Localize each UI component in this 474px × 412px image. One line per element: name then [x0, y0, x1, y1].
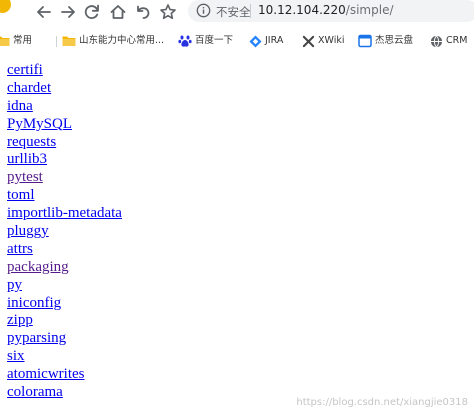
cloud-drive-icon [358, 34, 372, 48]
list-item: six [7, 348, 122, 366]
list-item: atomicwrites [7, 366, 122, 384]
package-link[interactable]: packaging [7, 259, 69, 275]
package-link[interactable]: pluggy [7, 223, 49, 239]
bookmark-crm[interactable]: CRM [430, 33, 467, 49]
home-icon[interactable] [108, 2, 128, 22]
list-item: requests [7, 134, 122, 152]
package-link[interactable]: requests [7, 134, 56, 150]
list-item: certifi [7, 62, 122, 80]
list-item: py [7, 277, 122, 295]
bookmark-label: JIRA [265, 35, 284, 46]
bookmark-xwiki[interactable]: XWiki [302, 33, 344, 49]
list-item: pluggy [7, 223, 122, 241]
url-host: 10.12.104.220 [258, 3, 346, 17]
bookmarks-bar: 常用 山东能力中心常用... 百度一下 JIRA XWiki 杰思云盘 CRM [0, 30, 474, 52]
baidu-paw-icon [178, 34, 192, 48]
watermark-text: https://blog.csdn.net/xiangjie0318 [296, 397, 468, 408]
undo-icon[interactable] [133, 2, 153, 22]
package-link[interactable]: chardet [7, 80, 51, 96]
folder-icon [0, 35, 10, 47]
info-icon[interactable] [196, 3, 211, 22]
package-link[interactable]: attrs [7, 241, 33, 257]
url-text[interactable]: 10.12.104.220/simple/ [258, 3, 394, 17]
bookmarks-divider [56, 36, 57, 47]
list-item: chardet [7, 80, 122, 98]
folder-icon [62, 35, 76, 47]
package-link-list: certifi chardet idna PyMySQL requests ur… [7, 62, 122, 402]
bookmark-label: 常用 [13, 35, 33, 46]
bookmark-changyong[interactable]: 常用 [0, 33, 32, 49]
package-link[interactable]: urllib3 [7, 151, 47, 167]
list-item: pyparsing [7, 330, 122, 348]
url-path: /simple/ [345, 3, 394, 17]
package-link[interactable]: colorama [7, 384, 63, 400]
security-status-label: 不安全 [216, 5, 251, 19]
bookmark-star-icon[interactable] [158, 2, 178, 22]
list-item: PyMySQL [7, 116, 122, 134]
package-link[interactable]: zipp [7, 312, 33, 328]
list-item: toml [7, 187, 122, 205]
package-link[interactable]: idna [7, 98, 33, 114]
bookmark-label: 百度一下 [195, 35, 234, 46]
package-link[interactable]: six [7, 348, 25, 364]
browser-toolbar: 不安全 10.12.104.220/simple/ [0, 0, 474, 24]
back-arrow-icon[interactable] [34, 2, 54, 22]
bookmark-baidu[interactable]: 百度一下 [178, 33, 233, 49]
bookmark-shandong-folder[interactable]: 山东能力中心常用... [62, 33, 164, 49]
list-item: zipp [7, 312, 122, 330]
address-divider [250, 4, 251, 18]
list-item: idna [7, 98, 122, 116]
xwiki-icon [302, 35, 315, 48]
list-item: packaging [7, 259, 122, 277]
bookmark-label: XWiki [318, 35, 345, 46]
list-item: urllib3 [7, 151, 122, 169]
package-link[interactable]: atomicwrites [7, 366, 84, 382]
bookmark-jira[interactable]: JIRA [249, 33, 283, 49]
forward-arrow-icon[interactable] [58, 2, 78, 22]
browser-logo-icon [0, 0, 11, 13]
package-link[interactable]: iniconfig [7, 295, 61, 311]
list-item: pytest [7, 169, 122, 187]
package-link[interactable]: importlib-metadata [7, 205, 122, 221]
package-link[interactable]: pyparsing [7, 330, 66, 346]
bookmark-label: 杰思云盘 [375, 35, 414, 46]
list-item: colorama [7, 384, 122, 402]
package-link[interactable]: pytest [7, 169, 43, 185]
reload-icon[interactable] [82, 2, 102, 22]
package-link[interactable]: py [7, 277, 22, 293]
bookmark-label: CRM [446, 35, 468, 46]
bookmark-label: 山东能力中心常用... [79, 35, 165, 46]
list-item: attrs [7, 241, 122, 259]
jira-icon [249, 34, 262, 48]
list-item: importlib-metadata [7, 205, 122, 223]
globe-icon [430, 35, 443, 48]
list-item: iniconfig [7, 295, 122, 313]
package-link[interactable]: certifi [7, 62, 43, 78]
package-link[interactable]: PyMySQL [7, 116, 72, 132]
address-bar[interactable]: 不安全 10.12.104.220/simple/ [188, 0, 474, 22]
bookmark-jiesi-drive[interactable]: 杰思云盘 [358, 33, 413, 49]
package-link[interactable]: toml [7, 187, 35, 203]
